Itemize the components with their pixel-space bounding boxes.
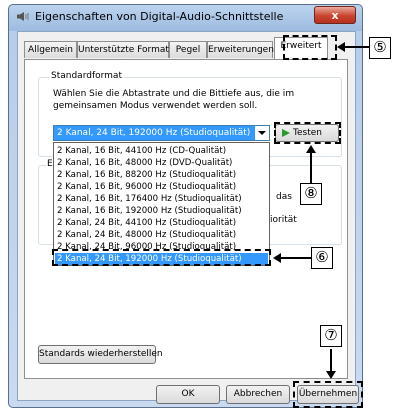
callout-arrows: [273, 42, 369, 379]
callout-6: ⑥: [311, 247, 333, 269]
callout-7: ⑦: [320, 325, 342, 347]
callout-5: ⑤: [369, 37, 391, 59]
callout-8: ⑧: [300, 183, 322, 205]
